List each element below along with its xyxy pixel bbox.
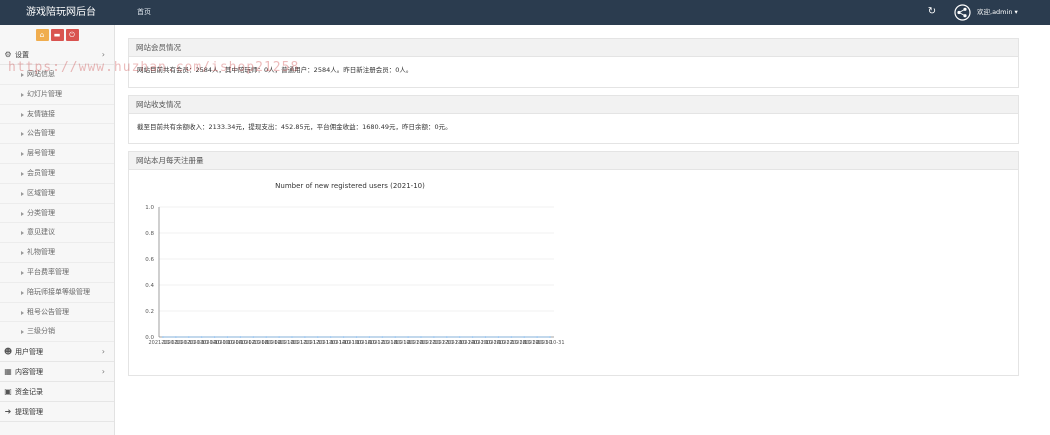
sidebar-group-label: 资金记录	[15, 388, 43, 397]
sidebar-group-settings[interactable]: ⚙ 设置 ›	[0, 45, 114, 65]
data-point	[446, 336, 448, 338]
members-summary: 网站目前共有会员：2584人，其中陪玩师：0人，普通用户：2584人。昨日新注册…	[137, 66, 413, 74]
sidebar-item-gifts[interactable]: 礼物管理	[0, 243, 114, 263]
data-point	[523, 336, 525, 338]
panel-title: 网站本月每天注册量	[129, 152, 1018, 170]
sidebar-item-announcements[interactable]: 公告管理	[0, 124, 114, 145]
sidebar-item-platform-fees[interactable]: 平台费率管理	[0, 263, 114, 283]
admin-avatar-icon[interactable]	[954, 4, 971, 21]
trash-icon[interactable]: ▬	[50, 29, 64, 41]
sidebar-group-users[interactable]: ☻ 用户管理 ›	[0, 342, 114, 363]
sidebar-item-regions[interactable]: 区域管理	[0, 184, 114, 204]
data-point	[162, 336, 164, 338]
data-point	[355, 336, 358, 338]
chevron-right-icon: ›	[101, 367, 105, 377]
sidebar-item-feedback[interactable]: 意见建议	[0, 223, 114, 244]
sidebar-group-content[interactable]: ▦ 内容管理 ›	[0, 362, 114, 383]
sidebar-item-companion-levels[interactable]: 陪玩师接单等级管理	[0, 283, 114, 303]
money-icon: ▣	[4, 387, 12, 397]
data-point	[471, 336, 474, 338]
data-point	[252, 336, 255, 338]
data-point	[497, 336, 500, 338]
data-point	[484, 336, 487, 338]
sidebar: ⌂ ▬ ⏻ ⚙ 设置 › 网站信息 幻灯片管理 友情链接 公告管理 层号管理 会员管…	[0, 25, 115, 435]
nav-home-link[interactable]: 首页	[137, 0, 151, 25]
data-point	[278, 336, 280, 338]
sidebar-item-withdrawals[interactable]: ➜ 提现管理	[0, 402, 114, 423]
home-icon[interactable]: ⌂	[35, 29, 49, 41]
user-menu-dropdown[interactable]: 欢迎,admin ▾	[977, 0, 1018, 25]
data-point	[239, 336, 242, 338]
sidebar-item-distribution[interactable]: 三级分销	[0, 322, 114, 343]
data-point	[188, 336, 190, 338]
sign-out-icon: ➜	[4, 407, 12, 417]
data-point	[510, 336, 513, 338]
data-point	[342, 336, 345, 338]
grid-icon: ▦	[4, 367, 12, 377]
gears-icon: ⚙	[4, 50, 12, 59]
sidebar-group-label: 提现管理	[15, 408, 43, 417]
sidebar-item-levels[interactable]: 层号管理	[0, 144, 114, 164]
data-point	[226, 336, 229, 338]
power-icon[interactable]: ⏻	[65, 29, 79, 41]
y-tick-label: 0.8	[145, 231, 154, 237]
chevron-right-icon: ›	[101, 50, 105, 59]
data-point	[433, 336, 435, 338]
data-point	[407, 336, 409, 338]
sidebar-item-friend-links[interactable]: 友情链接	[0, 105, 114, 125]
y-tick-label: 1.0	[145, 205, 154, 211]
data-point	[536, 336, 538, 338]
registrations-chart: Number of new registered users (2021-10)…	[145, 182, 564, 346]
x-tick-label: 2021-10-31	[535, 340, 564, 346]
data-point	[291, 336, 293, 338]
members-panel: 网站会员情况 网站目前共有会员：2584人，其中陪玩师：0人，普通用户：2584…	[128, 38, 1019, 88]
panel-title: 网站收支情况	[129, 96, 1018, 114]
data-point	[304, 336, 306, 338]
brand-title[interactable]: 游戏陪玩网后台	[0, 0, 122, 25]
y-tick-label: 0.6	[145, 257, 154, 263]
top-bar: 游戏陪玩网后台 首页 ↻ 欢迎,admin ▾	[0, 0, 1050, 25]
data-point	[317, 336, 319, 338]
registrations-panel: 网站本月每天注册量 Number of new registered users…	[128, 151, 1019, 376]
y-tick-label: 0.4	[145, 283, 154, 289]
y-axis-ticks: 0.00.20.40.60.81.0	[145, 205, 154, 341]
y-tick-label: 0.2	[145, 309, 154, 315]
refresh-icon[interactable]: ↻	[926, 5, 938, 19]
sidebar-item-site-info[interactable]: 网站信息	[0, 65, 114, 85]
sidebar-group-label: 设置	[15, 51, 29, 59]
chevron-right-icon: ›	[101, 347, 105, 357]
quick-actions: ⌂ ▬ ⏻	[0, 25, 114, 45]
chart-gridlines	[159, 206, 554, 338]
data-point	[175, 336, 177, 338]
registrations-series	[162, 336, 551, 338]
sidebar-item-members[interactable]: 会员管理	[0, 164, 114, 184]
sidebar-item-categories[interactable]: 分类管理	[0, 204, 114, 224]
chart-title: Number of new registered users (2021-10)	[275, 182, 425, 190]
sidebar-group-label: 内容管理	[15, 368, 43, 377]
x-axis-ticks: 2021-10-012021-10-022021-10-032021-10-04…	[148, 340, 564, 346]
data-point	[368, 336, 371, 338]
users-icon: ☻	[3, 347, 13, 357]
sidebar-group-label: 用户管理	[15, 348, 43, 357]
data-point	[265, 336, 267, 338]
settings-submenu: 网站信息 幻灯片管理 友情链接 公告管理 层号管理 会员管理 区域管理 分类管理…	[0, 65, 114, 343]
panel-title: 网站会员情况	[129, 39, 1018, 57]
sidebar-item-fund-records[interactable]: ▣ 资金记录	[0, 382, 114, 403]
finance-panel: 网站收支情况 截至目前共有余额收入：2133.34元，提现支出：452.85元，…	[128, 95, 1019, 144]
sidebar-item-rental-notices[interactable]: 租号公告管理	[0, 303, 114, 323]
data-point	[394, 336, 397, 338]
data-point	[549, 336, 551, 338]
data-point	[200, 336, 203, 338]
sidebar-item-slides[interactable]: 幻灯片管理	[0, 85, 114, 105]
data-point	[381, 336, 384, 338]
finance-summary: 截至目前共有余额收入：2133.34元，提现支出：452.85元，平台佣金收益：…	[137, 123, 452, 131]
data-point	[420, 336, 422, 338]
data-point	[458, 336, 461, 338]
data-point	[213, 336, 216, 338]
data-point	[329, 336, 332, 338]
